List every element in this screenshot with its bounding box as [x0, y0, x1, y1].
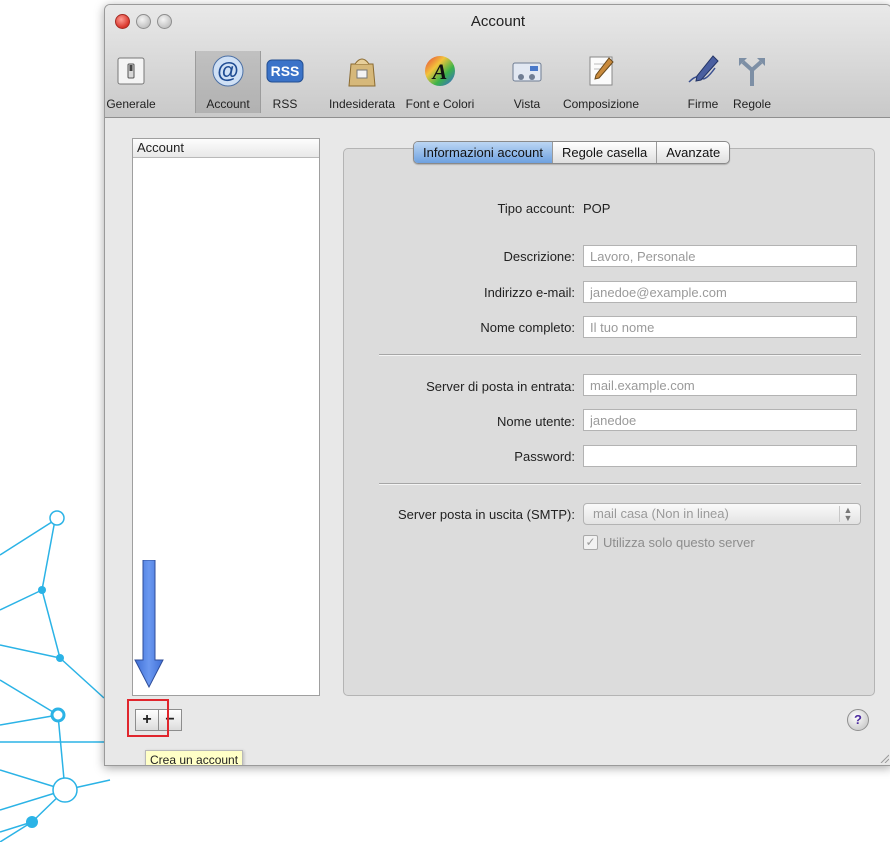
- smtp-server-label: Server posta in uscita (SMTP):: [398, 507, 575, 522]
- at-sign-icon: @: [196, 51, 260, 91]
- svg-text:RSS: RSS: [271, 63, 300, 79]
- toolbar-item-regole[interactable]: Regole: [727, 51, 777, 111]
- compose-pencil-icon: [553, 51, 649, 91]
- toolbar-item-composizione[interactable]: Composizione: [553, 51, 649, 111]
- svg-text:A: A: [431, 59, 448, 84]
- toolbar-item-generale[interactable]: Generale: [105, 51, 157, 111]
- font-colors-icon: A: [403, 51, 477, 91]
- account-list-header: Account: [133, 139, 319, 158]
- smtp-server-select[interactable]: mail casa (Non in linea) ▲ ▼: [583, 503, 861, 525]
- tab-regole-casella[interactable]: Regole casella: [553, 142, 658, 163]
- toolbar-item-rss[interactable]: RSS RSS: [265, 51, 305, 111]
- separator: [379, 354, 861, 356]
- up-down-arrows-icon: ▲ ▼: [839, 506, 856, 523]
- username-field[interactable]: [583, 409, 857, 431]
- username-label: Nome utente:: [496, 414, 575, 429]
- add-button-highlight: [127, 699, 169, 737]
- toolbar-item-firme[interactable]: Firme: [683, 51, 723, 111]
- resize-grip-icon[interactable]: [879, 753, 889, 763]
- rss-icon: RSS: [265, 51, 305, 91]
- toolbar-item-account[interactable]: @ Account: [195, 51, 261, 113]
- password-field[interactable]: [583, 445, 857, 467]
- use-only-this-server-label: Utilizza solo questo server: [603, 535, 755, 550]
- down-arrow-indicator: [134, 560, 164, 688]
- tab-informazioni-account[interactable]: Informazioni account: [414, 142, 553, 163]
- tab-avanzate[interactable]: Avanzate: [657, 142, 729, 163]
- email-label: Indirizzo e-mail:: [483, 285, 575, 300]
- account-type-label: Tipo account:: [497, 201, 575, 216]
- checkmark-icon[interactable]: ✓: [583, 535, 598, 550]
- smtp-server-value: mail casa (Non in linea): [593, 506, 729, 521]
- add-account-tooltip: Crea un account: [145, 750, 244, 765]
- preferences-toolbar: Generale @ Account RSS RSS Indesiderata …: [105, 51, 890, 115]
- title-bar: Account Generale @ Account RSS RSS Indes…: [105, 5, 890, 118]
- toolbar-item-indesiderata[interactable]: Indesiderata: [323, 51, 401, 111]
- description-label: Descrizione:: [503, 249, 575, 264]
- separator: [379, 483, 861, 485]
- view-icon: [505, 51, 549, 91]
- svg-text:@: @: [217, 58, 238, 83]
- description-field[interactable]: [583, 245, 857, 267]
- use-only-this-server-option[interactable]: ✓ Utilizza solo questo server: [583, 535, 755, 550]
- account-tabs: Informazioni account Regole casella Avan…: [413, 141, 731, 164]
- toolbar-item-font-e-colori[interactable]: A Font e Colori: [403, 51, 477, 111]
- window-title: Account: [470, 13, 526, 30]
- junk-bag-icon: [323, 51, 401, 91]
- incoming-server-field[interactable]: [583, 374, 857, 396]
- light-switch-icon: [105, 51, 157, 91]
- account-preferences-window: Account Generale @ Account RSS RSS Indes…: [104, 4, 890, 766]
- email-field[interactable]: [583, 281, 857, 303]
- fullname-label: Nome completo:: [480, 320, 575, 335]
- fullname-field[interactable]: [583, 316, 857, 338]
- rules-arrows-icon: [727, 51, 777, 91]
- incoming-server-label: Server di posta in entrata:: [426, 379, 575, 394]
- help-button[interactable]: ?: [847, 709, 869, 731]
- account-type-value: POP: [583, 201, 611, 216]
- signature-pen-icon: [683, 51, 723, 91]
- password-label: Password:: [514, 449, 575, 464]
- toolbar-item-vista[interactable]: Vista: [505, 51, 549, 111]
